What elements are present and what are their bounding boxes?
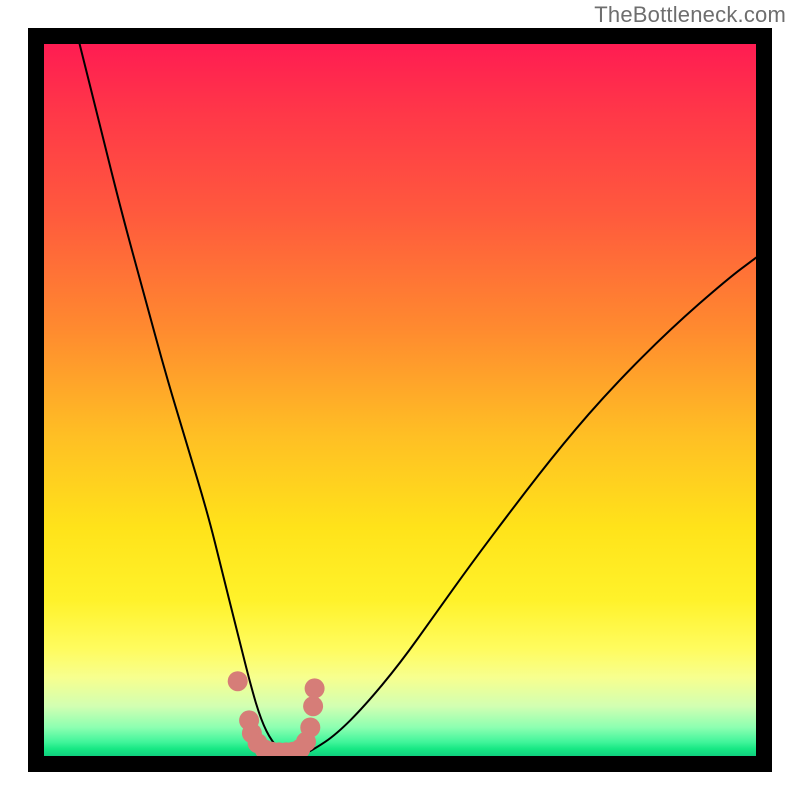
plot-area <box>44 44 756 756</box>
plot-frame <box>28 28 772 772</box>
chart-stage: TheBottleneck.com <box>0 0 800 800</box>
watermark-text: TheBottleneck.com <box>594 2 786 28</box>
marker-cluster-group <box>228 671 325 756</box>
marker-dot <box>228 671 248 691</box>
bottleneck-curve-path <box>80 44 756 756</box>
marker-dot <box>305 678 325 698</box>
marker-dot <box>303 696 323 716</box>
marker-dot <box>300 718 320 738</box>
chart-svg <box>44 44 756 756</box>
